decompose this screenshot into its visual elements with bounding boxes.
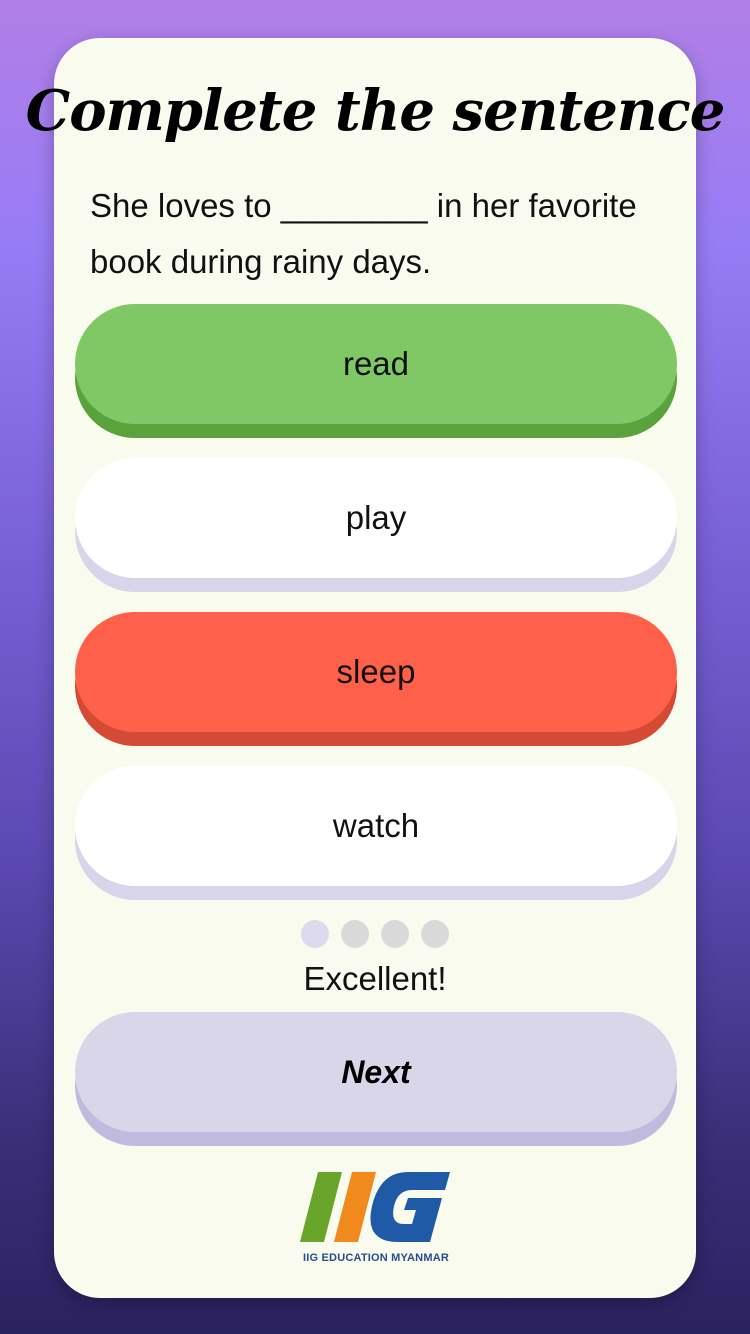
- next-label: Next: [341, 1053, 411, 1090]
- next-button[interactable]: Next: [75, 1012, 677, 1132]
- option-label: watch: [332, 807, 420, 844]
- option-read-button[interactable]: read: [75, 304, 677, 424]
- option-watch-button[interactable]: watch: [75, 766, 677, 886]
- progress-dots: [0, 920, 750, 948]
- page-title: Complete the sentence: [25, 78, 726, 144]
- progress-dot: [381, 920, 409, 948]
- iig-logo: IIG EDUCATION MYANMAR: [300, 1170, 452, 1266]
- option-label: read: [342, 345, 410, 382]
- option-play-button[interactable]: play: [75, 458, 677, 578]
- progress-dot: [301, 920, 329, 948]
- progress-dot: [421, 920, 449, 948]
- progress-dot: [341, 920, 369, 948]
- option-label: play: [345, 499, 407, 536]
- option-sleep-button[interactable]: sleep: [75, 612, 677, 732]
- iig-logo-icon: [300, 1172, 450, 1242]
- question-sentence: She loves to ________ in her favorite bo…: [90, 187, 637, 280]
- feedback-text: Excellent!: [303, 960, 447, 997]
- option-label: sleep: [336, 653, 416, 690]
- logo-caption: IIG EDUCATION MYANMAR: [303, 1252, 449, 1264]
